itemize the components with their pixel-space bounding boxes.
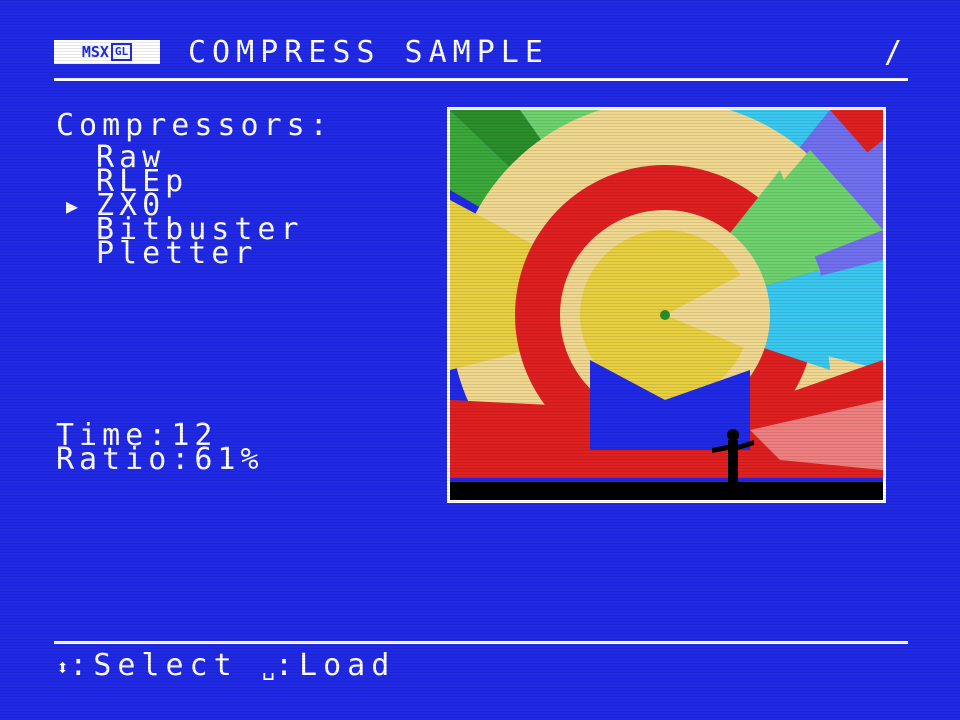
ratio-label: Ratio: [56,442,195,477]
select-hint: :Select [69,648,238,683]
up-down-arrows-icon: ⬍ [56,656,70,681]
load-hint: :Load [275,648,396,683]
balloon-image [450,110,883,500]
header: MSX GL COMPRESS SAMPLE / [54,36,908,70]
stats-panel: Time:12 Ratio:61% [56,421,264,475]
selection-cursor-icon: ▶ [66,194,84,218]
menu-item-label: Pletter [96,236,258,271]
compressors-heading: Compressors: [56,108,333,143]
header-divider [54,78,908,81]
logo-text: MSX [81,43,109,61]
footer-divider [54,641,908,644]
logo-badge: GL [110,43,133,61]
ratio-stat: Ratio:61% [56,445,264,475]
sample-image [447,107,886,503]
page-title: COMPRESS SAMPLE [188,35,549,70]
menu-item-pletter[interactable]: Pletter [56,239,304,269]
ratio-value: 61% [194,442,264,477]
footer-hints: ⬍:Select ␣:Load [56,650,395,685]
menu-item-rlep[interactable]: RLEp [56,167,304,197]
activity-indicator: / [883,35,902,70]
msx-gl-logo: MSX GL [54,40,160,64]
space-key-icon: ␣ [261,656,275,681]
compressor-menu: Raw RLEp ▶ ZX0 Bitbuster Pletter [56,143,304,269]
